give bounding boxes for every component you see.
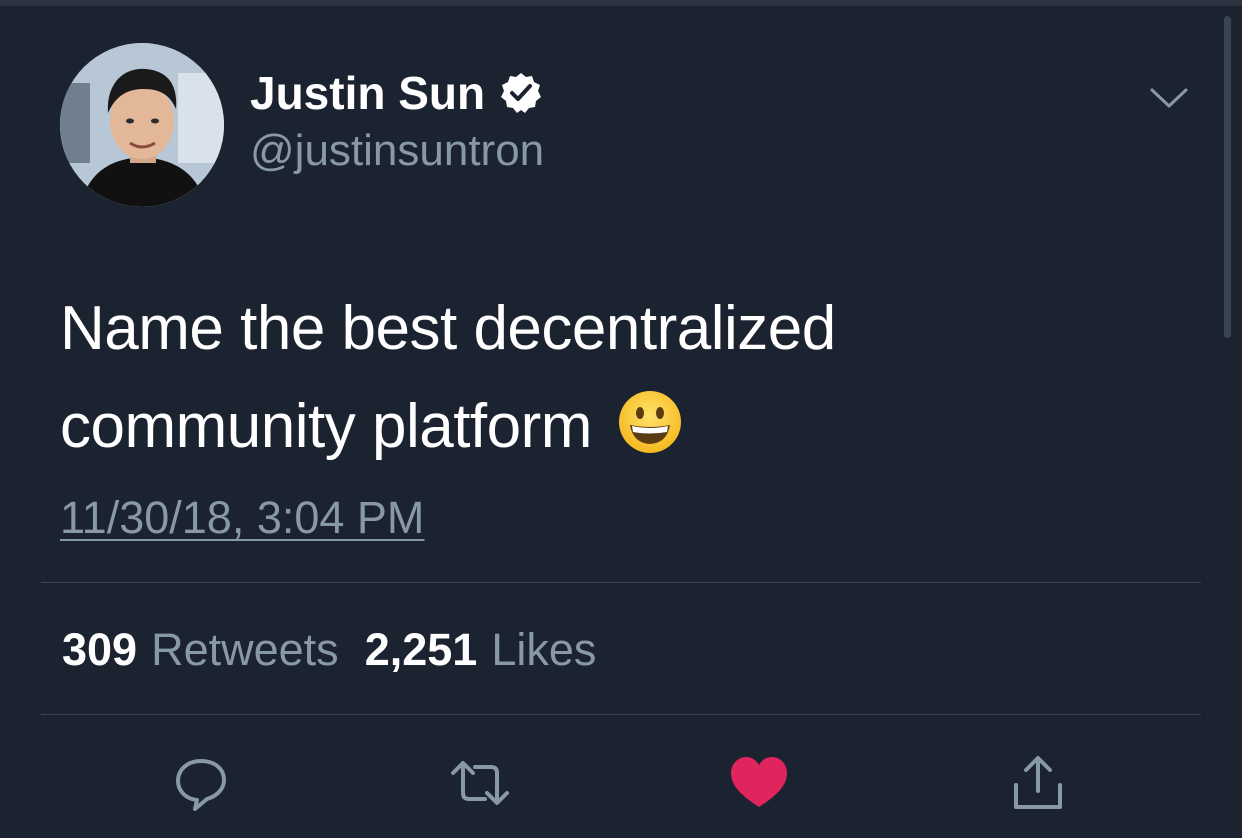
avatar-image <box>60 43 224 207</box>
likes-label: Likes <box>491 624 597 675</box>
divider <box>41 714 1201 715</box>
grinning-face-emoji-icon <box>618 391 681 453</box>
avatar[interactable] <box>60 43 224 207</box>
retweets-stat[interactable]: 309 Retweets <box>62 624 339 676</box>
retweets-count: 309 <box>62 624 138 675</box>
divider <box>41 582 1201 583</box>
share-upload-icon <box>1014 756 1062 809</box>
author-handle[interactable]: @justinsuntron <box>250 126 544 176</box>
like-button[interactable] <box>724 748 794 818</box>
retweet-button[interactable] <box>445 748 515 818</box>
retweets-label: Retweets <box>151 624 339 675</box>
reply-button[interactable] <box>166 748 236 818</box>
author-name-text: Justin Sun <box>250 67 486 119</box>
heart-icon <box>731 757 787 807</box>
verified-badge-icon <box>501 73 542 113</box>
share-button[interactable] <box>1003 748 1073 818</box>
author-display-name[interactable]: Justin Sun <box>250 66 543 120</box>
tweet-stats: 309 Retweets 2,251 Likes <box>62 624 596 676</box>
chevron-down-icon[interactable] <box>1148 82 1190 114</box>
likes-stat[interactable]: 2,251 Likes <box>365 624 597 676</box>
speech-bubble-icon <box>176 759 226 811</box>
tweet-timestamp[interactable]: 11/30/18, 3:04 PM <box>60 492 424 544</box>
tweet-text-content: Name the best decentralized community pl… <box>60 294 836 461</box>
likes-count: 2,251 <box>364 624 478 675</box>
top-divider <box>0 0 1242 6</box>
scrollbar[interactable] <box>1224 16 1231 338</box>
tweet-text: Name the best decentralized community pl… <box>60 280 1060 476</box>
retweet-arrows-icon <box>451 761 509 805</box>
